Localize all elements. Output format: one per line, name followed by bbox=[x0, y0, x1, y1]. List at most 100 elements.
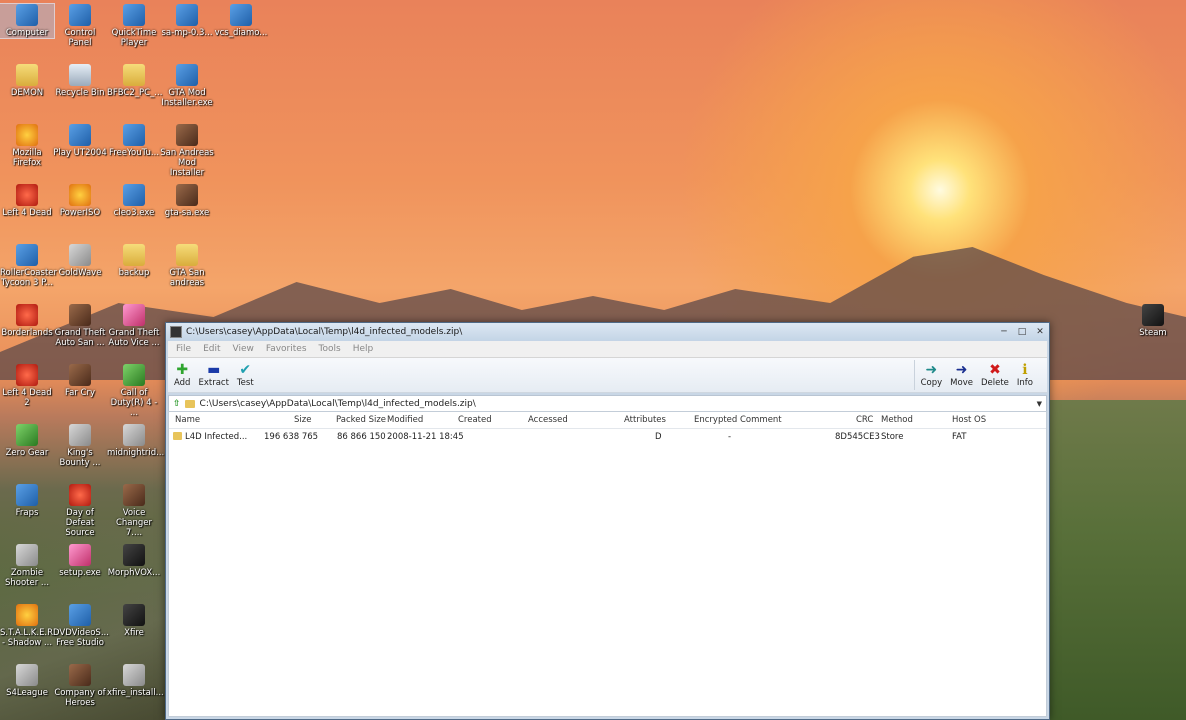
move-button[interactable]: ➜ Move bbox=[950, 362, 973, 388]
desktop-icon-xfire[interactable]: Xfire bbox=[107, 604, 161, 638]
maximize-button[interactable]: □ bbox=[1013, 325, 1031, 339]
file-list[interactable]: Name Size Packed Size Modified Created Access… bbox=[168, 411, 1047, 717]
cell-method: Store bbox=[881, 432, 904, 442]
desktop-icon-sa-mod-installer[interactable]: San Andreas Mod Installer bbox=[160, 124, 214, 178]
cell-attributes: D bbox=[655, 432, 662, 442]
desktop-icon-farcry[interactable]: Far Cry bbox=[53, 364, 107, 398]
desktop-icon-samp-installer[interactable]: sa-mp-0.3... bbox=[160, 4, 214, 38]
s4league-icon bbox=[16, 664, 38, 686]
desktop-icon-fraps[interactable]: Fraps bbox=[0, 484, 54, 518]
menu-file[interactable]: File bbox=[176, 344, 191, 354]
desktop-icon-kings-bounty[interactable]: King's Bounty ... bbox=[53, 424, 107, 468]
desktop-icon-wav-file[interactable]: midnightrid... bbox=[107, 424, 164, 458]
column-header-host-os[interactable]: Host OS bbox=[952, 415, 986, 425]
desktop-icon-coh[interactable]: Company of Heroes bbox=[53, 664, 107, 708]
column-header-method[interactable]: Method bbox=[881, 415, 913, 425]
desktop-icon-folder[interactable]: DEMON bbox=[0, 64, 54, 98]
morphvox-icon bbox=[123, 544, 145, 566]
desktop-icon-gta-sa[interactable]: gta-sa.exe bbox=[160, 184, 214, 218]
folder-up-icon[interactable]: ⇧ bbox=[173, 399, 181, 409]
desktop-icon-left4dead2[interactable]: Left 4 Dead 2 bbox=[0, 364, 54, 408]
column-header-crc[interactable]: CRC bbox=[856, 415, 873, 425]
address-dropdown-icon[interactable]: ▼ bbox=[1037, 400, 1042, 408]
quicktime-icon bbox=[123, 4, 145, 26]
delete-button[interactable]: ✖ Delete bbox=[981, 362, 1009, 388]
column-header-comment[interactable]: Comment bbox=[740, 415, 782, 425]
info-button[interactable]: ℹ Info bbox=[1017, 362, 1033, 388]
desktop-icon-firefox[interactable]: Mozilla Firefox bbox=[0, 124, 54, 168]
desktop-icon-steam[interactable]: Steam bbox=[1126, 304, 1180, 338]
desktop-icon-poweriso[interactable]: PowerISO bbox=[53, 184, 107, 218]
table-row[interactable]: L4D Infected... 196 638 765 86 866 150 2008… bbox=[169, 429, 1046, 445]
add-button[interactable]: ✚ Add bbox=[174, 362, 190, 388]
desktop-icon-gta-mod-installer[interactable]: GTA Mod Installer.exe bbox=[160, 64, 214, 108]
setup-icon bbox=[69, 544, 91, 566]
window-title: C:\Users\casey\AppData\Local\Temp\l4d_in… bbox=[186, 327, 463, 337]
desktop-icon-control-panel[interactable]: Control Panel bbox=[53, 4, 107, 48]
desktop-icon-zerogear[interactable]: Zero Gear bbox=[0, 424, 54, 458]
minimize-button[interactable]: ─ bbox=[995, 325, 1013, 339]
column-header-size[interactable]: Size bbox=[294, 415, 311, 425]
desktop-icon-stalker[interactable]: S.T.A.L.K.E.R. - Shadow ... bbox=[0, 604, 55, 648]
desktop-icon-gta-vc[interactable]: Grand Theft Auto Vice ... bbox=[107, 304, 161, 348]
desktop-icon-label: GoldWave bbox=[58, 268, 102, 278]
desktop-icon-left4dead[interactable]: Left 4 Dead bbox=[0, 184, 54, 218]
desktop-icon-dvdvideosoft[interactable]: DVDVideoS... Free Studio bbox=[53, 604, 109, 648]
7zip-file-manager-window[interactable]: C:\Users\casey\AppData\Local\Temp\l4d_in… bbox=[165, 322, 1050, 720]
column-header-packed-size[interactable]: Packed Size bbox=[336, 415, 386, 425]
column-header-row: Name Size Packed Size Modified Created Access… bbox=[169, 412, 1046, 429]
menu-help[interactable]: Help bbox=[353, 344, 374, 354]
desktop-icon-borderlands[interactable]: Borderlands bbox=[0, 304, 54, 338]
samp-installer-icon bbox=[176, 4, 198, 26]
column-header-accessed[interactable]: Accessed bbox=[528, 415, 568, 425]
desktop-icon-label: Play UT2004 bbox=[53, 148, 107, 158]
desktop-icon-voice-changer[interactable]: Voice Changer 7.... bbox=[107, 484, 161, 538]
desktop-icon-cleo[interactable]: cleo3.exe bbox=[107, 184, 161, 218]
desktop-icon-label: King's Bounty ... bbox=[59, 448, 101, 468]
poweriso-icon bbox=[69, 184, 91, 206]
desktop-icon-s4league[interactable]: S4League bbox=[0, 664, 54, 698]
desktop-icon-gta-sa-game[interactable]: Grand Theft Auto San ... bbox=[53, 304, 107, 348]
toolbar-button-label: Delete bbox=[980, 378, 1009, 388]
close-button[interactable]: ✕ bbox=[1031, 325, 1049, 339]
stalker-icon bbox=[16, 604, 38, 626]
left4dead2-icon bbox=[16, 364, 38, 386]
rct3-icon bbox=[16, 244, 38, 266]
menu-tools[interactable]: Tools bbox=[319, 344, 341, 354]
desktop-icon-xfire-installer[interactable]: xfire_install... bbox=[107, 664, 164, 698]
desktop-icon-label: Day of Defeat Source bbox=[65, 508, 95, 538]
desktop-icon-rct3[interactable]: RollerCoaster Tycoon 3 P... bbox=[0, 244, 57, 288]
desktop-icon-folder[interactable]: backup bbox=[107, 244, 161, 278]
copy-button[interactable]: ➜ Copy bbox=[921, 362, 943, 388]
desktop-icon-freeyoutube[interactable]: FreeYouTu... bbox=[107, 124, 161, 158]
menu-favorites[interactable]: Favorites bbox=[266, 344, 307, 354]
window-titlebar[interactable]: C:\Users\casey\AppData\Local\Temp\l4d_in… bbox=[166, 323, 1049, 341]
desktop-icon-goldwave[interactable]: GoldWave bbox=[53, 244, 107, 278]
desktop-icon-dod-source[interactable]: Day of Defeat Source bbox=[53, 484, 107, 538]
desktop-icon-recycle-bin[interactable]: Recycle Bin bbox=[53, 64, 107, 98]
menu-edit[interactable]: Edit bbox=[203, 344, 220, 354]
ut2004-icon bbox=[69, 124, 91, 146]
desktop-icon-cod4[interactable]: Call of Duty(R) 4 - ... bbox=[107, 364, 161, 418]
freeyoutube-icon bbox=[123, 124, 145, 146]
desktop-icon-ut2004[interactable]: Play UT2004 bbox=[53, 124, 107, 158]
extract-button[interactable]: ▬ Extract bbox=[198, 362, 228, 388]
menu-view[interactable]: View bbox=[233, 344, 254, 354]
column-header-encrypted[interactable]: Encrypted bbox=[694, 415, 737, 425]
desktop-icon-setup[interactable]: setup.exe bbox=[53, 544, 107, 578]
desktop-icon-quicktime[interactable]: QuickTime Player bbox=[107, 4, 161, 48]
desktop-icon-folder[interactable]: GTA San andreas bbox=[160, 244, 214, 288]
desktop-icon-zombie-shooter[interactable]: Zombie Shooter ... bbox=[0, 544, 54, 588]
column-header-modified[interactable]: Modified bbox=[387, 415, 423, 425]
cell-size: 196 638 765 bbox=[264, 432, 319, 442]
desktop-icon-morphvox[interactable]: MorphVOX... bbox=[107, 544, 161, 578]
column-header-name[interactable]: Name bbox=[175, 415, 200, 425]
desktop-icon-computer[interactable]: Computer bbox=[0, 3, 55, 39]
test-button[interactable]: ✔ Test bbox=[237, 362, 254, 388]
desktop-icon-vcs-file[interactable]: vcs_diamo... bbox=[214, 4, 268, 38]
address-path[interactable]: C:\Users\casey\AppData\Local\Temp\l4d_in… bbox=[200, 399, 1037, 409]
column-header-attributes[interactable]: Attributes bbox=[624, 415, 666, 425]
desktop-icon-folder[interactable]: BFBC2_PC_... bbox=[107, 64, 162, 98]
column-header-created[interactable]: Created bbox=[458, 415, 492, 425]
desktop-icon-label: Mozilla Firefox bbox=[12, 148, 42, 168]
